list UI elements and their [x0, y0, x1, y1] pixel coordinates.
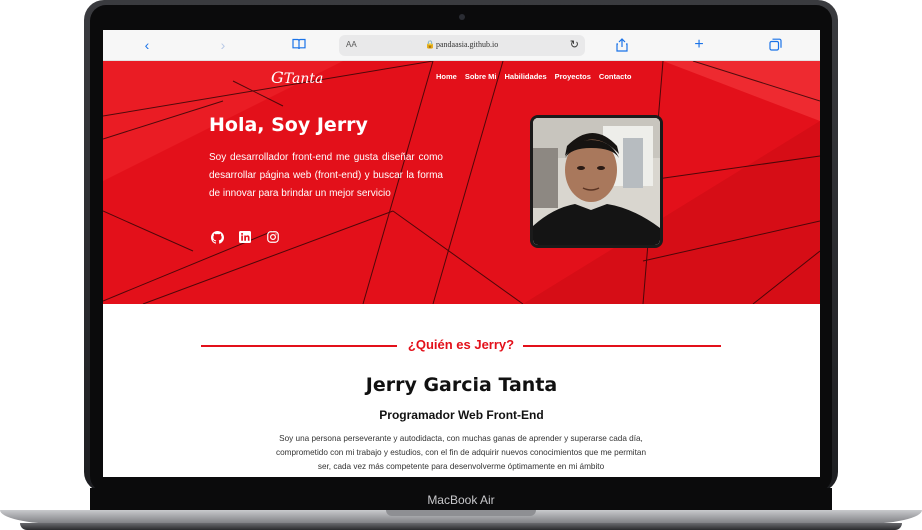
reader-aa-button[interactable]: AA — [346, 40, 357, 49]
browser-toolbar: ‹ › AA 🔒 pandaasia.github.io ↻ + — [103, 30, 820, 61]
laptop-mockup: ‹ › AA 🔒 pandaasia.github.io ↻ + GTanta … — [0, 0, 922, 530]
browser-screen: ‹ › AA 🔒 pandaasia.github.io ↻ + GTanta … — [103, 30, 820, 477]
github-icon[interactable] — [210, 231, 224, 245]
hero-greeting: Hola, Soy Jerry — [209, 114, 368, 136]
about-title: ¿Quién es Jerry? — [403, 337, 519, 352]
site-logo[interactable]: GTanta — [271, 68, 323, 87]
about-heading: ¿Quién es Jerry? — [201, 337, 721, 353]
camera-icon — [459, 14, 465, 20]
about-section: ¿Quién es Jerry? Jerry Garcia Tanta Prog… — [103, 304, 820, 477]
hero-intro: Soy desarrollador front-end me gusta dis… — [209, 152, 443, 199]
nav-proyectos[interactable]: Proyectos — [555, 72, 591, 81]
profile-photo — [530, 115, 663, 248]
about-bio: Soy una persona perseverante y autodidac… — [276, 434, 646, 471]
nav-habilidades[interactable]: Habilidades — [505, 72, 547, 81]
nav-contacto[interactable]: Contacto — [599, 72, 632, 81]
logo-text: Tanta — [283, 71, 324, 87]
bookmarks-icon[interactable] — [292, 38, 306, 52]
address-bar[interactable]: AA 🔒 pandaasia.github.io ↻ — [339, 35, 585, 56]
lock-icon: 🔒 — [425, 40, 435, 49]
tabs-icon[interactable] — [768, 38, 782, 52]
nav-home[interactable]: Home — [436, 72, 457, 81]
reload-icon[interactable]: ↻ — [570, 38, 579, 51]
instagram-icon[interactable] — [266, 231, 280, 245]
social-links — [210, 231, 280, 245]
share-icon[interactable] — [615, 38, 629, 52]
new-tab-icon[interactable]: + — [692, 37, 706, 53]
site-nav: Home Sobre Mi Habilidades Proyectos Cont… — [436, 72, 631, 81]
about-name: Jerry Garcia Tanta — [365, 374, 558, 396]
nav-sobre-mi[interactable]: Sobre Mi — [465, 72, 497, 81]
laptop-notch — [386, 510, 536, 516]
forward-icon[interactable]: › — [216, 38, 230, 52]
hero-section: GTanta Home Sobre Mi Habilidades Proyect… — [103, 61, 820, 304]
back-icon[interactable]: ‹ — [140, 38, 154, 52]
device-label: MacBook Air — [427, 493, 495, 507]
linkedin-icon[interactable] — [238, 231, 252, 245]
about-role: Programador Web Front-End — [379, 408, 544, 422]
laptop-base-shadow — [20, 523, 902, 530]
url-text: pandaasia.github.io — [436, 40, 499, 49]
